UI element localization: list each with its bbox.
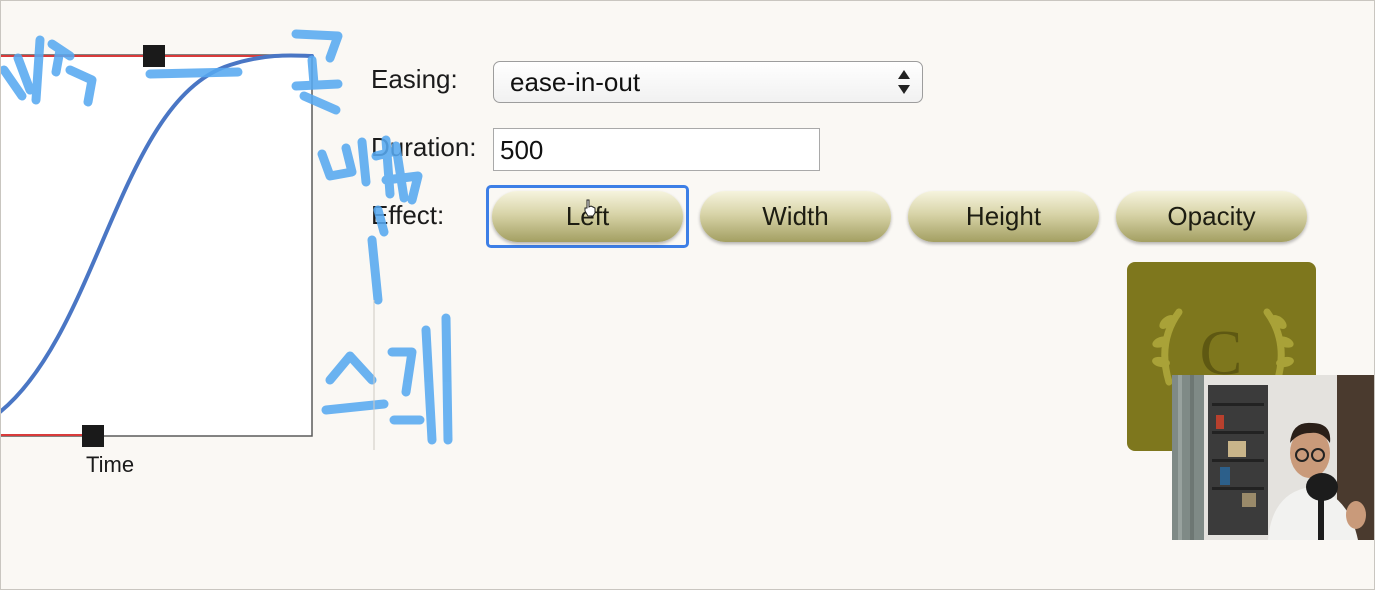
annotation-stroke-slow xyxy=(321,313,453,445)
graph-frame xyxy=(0,54,313,437)
easing-label: Easing: xyxy=(371,64,458,94)
effect-height-button[interactable]: Height xyxy=(908,191,1099,242)
control-point-handle-1[interactable] xyxy=(82,425,104,447)
easing-curve-graph xyxy=(0,45,314,447)
easing-select[interactable]: ease-in-out xyxy=(493,61,923,103)
effect-width-button[interactable]: Width xyxy=(700,191,891,242)
time-axis-label: Time xyxy=(86,452,135,477)
effect-opacity-button[interactable]: Opacity xyxy=(1116,191,1307,242)
effect-label: Effect: xyxy=(371,200,445,230)
presenter-webcam xyxy=(1172,375,1374,540)
annotation-stroke-line xyxy=(367,235,383,305)
hand-cursor-icon xyxy=(584,199,596,217)
duration-input[interactable]: 500 xyxy=(493,128,820,171)
easing-select-value: ease-in-out xyxy=(510,67,641,97)
presenter-video-frame xyxy=(1172,375,1374,540)
control-point-handle-2[interactable] xyxy=(143,45,165,67)
duration-label: Duration: xyxy=(371,132,477,162)
select-arrows-icon xyxy=(898,70,910,94)
